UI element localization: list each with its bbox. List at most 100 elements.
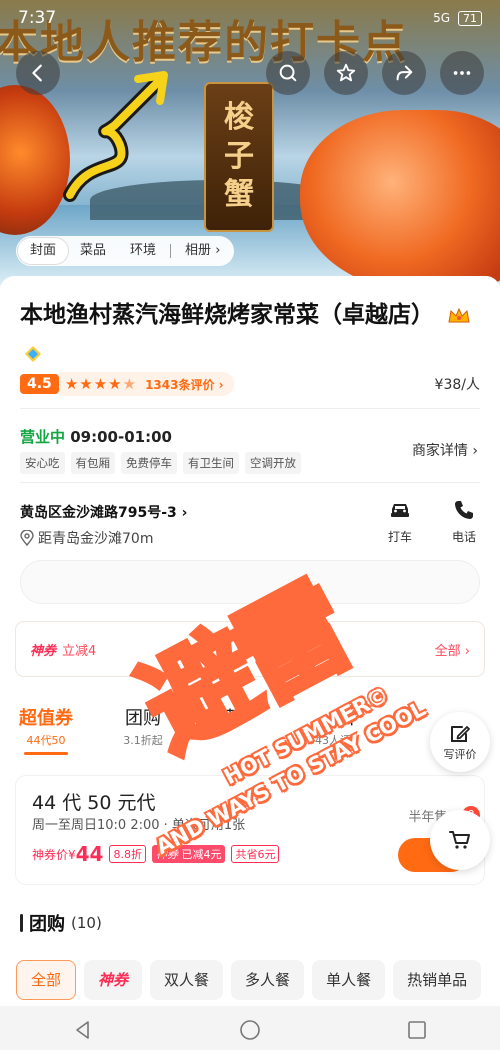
battery-icon: 71: [458, 10, 482, 26]
tab-super-voucher[interactable]: 超值券 44代50: [16, 704, 76, 748]
share-icon: [396, 65, 413, 81]
divider: [20, 408, 480, 409]
more-button[interactable]: [440, 51, 484, 95]
call-button[interactable]: 电话: [444, 498, 484, 545]
active-tab-indicator: [24, 752, 68, 755]
sign-char: 子: [224, 138, 254, 174]
back-button[interactable]: [16, 51, 60, 95]
tab-cover[interactable]: 封面: [18, 238, 69, 264]
shenquan-tag: 神券: [30, 643, 57, 659]
nav-recents-icon[interactable]: [406, 1019, 428, 1041]
group-count: (10): [71, 914, 102, 932]
voucher-title: 44 代 50 元代: [32, 792, 156, 814]
call-label: 电话: [451, 530, 476, 544]
sign-char: 蟹: [224, 177, 254, 213]
review-count-text: 1343条评价: [145, 377, 215, 392]
shop-name: 本地渔村蒸汽海鲜烧烤家常菜（卓越店）: [20, 302, 434, 328]
tab-dishes-list[interactable]: 菜: [212, 704, 242, 732]
location-pin-icon: [20, 530, 34, 546]
search-button[interactable]: [266, 51, 310, 95]
reduce-text: 已减4元: [181, 848, 222, 861]
stars-box: ★ ★ ★ ★ ★ 1343条评价 ›: [58, 372, 234, 396]
chip-hot-items[interactable]: 热销单品: [393, 960, 482, 1000]
hours-text: 09:00-01:00: [70, 428, 172, 446]
facility-tag: 有卫生间: [183, 452, 239, 474]
voucher-discount: 8.8折: [109, 845, 146, 863]
chevron-left-icon: [32, 64, 42, 82]
write-review-button[interactable]: 写评价: [430, 712, 490, 772]
hero-sign: 梭 子 蟹: [204, 82, 274, 232]
gallery-tabs: 封面 菜品 环境 相册 ›: [16, 236, 235, 266]
voucher-reduce-badge: 神券 已减4元: [151, 845, 226, 863]
nav-back-icon[interactable]: [72, 1019, 94, 1041]
arrow-decoration-icon: [63, 71, 168, 202]
tab-dishes[interactable]: 菜品: [68, 238, 118, 264]
rating-score: 4.5: [20, 374, 59, 394]
write-review-label: 写评价: [443, 748, 477, 761]
address-text: 黄岛区金沙滩路795号-3: [20, 505, 177, 521]
cart-button[interactable]: [430, 810, 490, 870]
search-icon: [279, 64, 297, 82]
voucher-card[interactable]: 44 代 50 元代 周一至周日10:0 2:00 · 单次可用1张 神券价¥ …: [16, 776, 484, 884]
share-button[interactable]: [382, 51, 426, 95]
tab-title: 价: [338, 708, 356, 729]
cart-icon: [449, 831, 470, 849]
diamond-icon: [25, 345, 41, 362]
reduce-tag: 神券: [155, 848, 178, 861]
promo-text: 立减4: [62, 643, 97, 659]
tab-group-buy[interactable]: 团购 3.1折起: [118, 704, 168, 748]
chip-group-meal[interactable]: 多人餐: [231, 960, 305, 1000]
facility-tag: 安心吃: [20, 452, 65, 474]
tab-environment[interactable]: 环境: [118, 238, 168, 264]
coupon-promo-row[interactable]: 神券 立减4 全部 ›: [16, 622, 484, 676]
business-hours: 营业中 09:00-01:00: [20, 426, 172, 447]
info-bar[interactable]: [20, 560, 480, 604]
voucher-price: 44: [75, 842, 104, 866]
review-count[interactable]: 1343条评价 ›: [145, 376, 224, 393]
rating-row[interactable]: 4.5 ★ ★ ★ ★ ★ 1343条评价 › ¥38/人: [20, 372, 480, 396]
shop-name-block: 本地渔村蒸汽海鲜烧烤家常菜（卓越店）: [20, 296, 470, 372]
star-icon: ★: [64, 375, 79, 393]
tab-divider: [170, 244, 172, 258]
chip-all[interactable]: 全部: [16, 960, 77, 1000]
star-icon: ★: [108, 375, 122, 393]
album-label: 相册: [185, 243, 212, 258]
edit-icon: [451, 726, 470, 742]
merchant-details-label: 商家详情: [411, 443, 468, 459]
promo-more-link[interactable]: 全部 ›: [435, 640, 470, 659]
crab-image-right: [300, 110, 500, 285]
promo-more-label: 全部: [434, 643, 461, 659]
star-icon: ★: [79, 375, 93, 393]
crown-icon: [448, 307, 470, 322]
open-status: 营业中: [20, 428, 66, 446]
chip-double-meal[interactable]: 双人餐: [150, 960, 224, 1000]
group-filter-chips: 全部 神券 双人餐 多人餐 单人餐 热销单品: [16, 960, 482, 1000]
facility-tag: 空调开放: [245, 452, 301, 474]
merchant-details-link[interactable]: 商家详情 ›: [412, 440, 478, 460]
status-icons: 5G 71: [433, 10, 482, 26]
tab-reviews[interactable]: 价 1343人评: [296, 704, 356, 748]
group-buy-header: 团购 (10): [20, 910, 102, 936]
facility-tags: 安心吃 有包厢 免费停车 有卫生间 空调开放: [20, 452, 301, 474]
phone-icon: [455, 501, 473, 519]
system-nav-bar: [0, 1010, 500, 1050]
tab-title: 超值券: [19, 708, 73, 729]
favorite-button[interactable]: [324, 51, 368, 95]
chip-single-meal[interactable]: 单人餐: [312, 960, 386, 1000]
section-bar: [20, 914, 23, 932]
tab-subtitle: 44代50: [26, 734, 66, 747]
facility-tag: 有包厢: [70, 452, 115, 474]
taxi-button[interactable]: 打车: [380, 498, 420, 545]
distance: 距青岛金沙滩70m: [20, 528, 153, 548]
status-bar: 7:37 5G 71: [0, 0, 500, 36]
voucher-total-saved: 共省6元: [231, 845, 280, 863]
chip-shenquan[interactable]: 神券: [84, 960, 143, 1000]
voucher-price-row: 神券价¥ 44 8.8折 神券 已减4元 共省6元: [32, 842, 280, 866]
nav-home-icon[interactable]: [239, 1019, 261, 1041]
status-time: 7:37: [18, 8, 57, 28]
address[interactable]: 黄岛区金沙滩路795号-3 ›: [20, 502, 187, 522]
half-star-icon: ★: [122, 375, 137, 393]
signal-icon: 5G: [433, 11, 450, 25]
tab-album[interactable]: 相册 ›: [173, 238, 232, 264]
group-title: 团购: [29, 914, 65, 935]
